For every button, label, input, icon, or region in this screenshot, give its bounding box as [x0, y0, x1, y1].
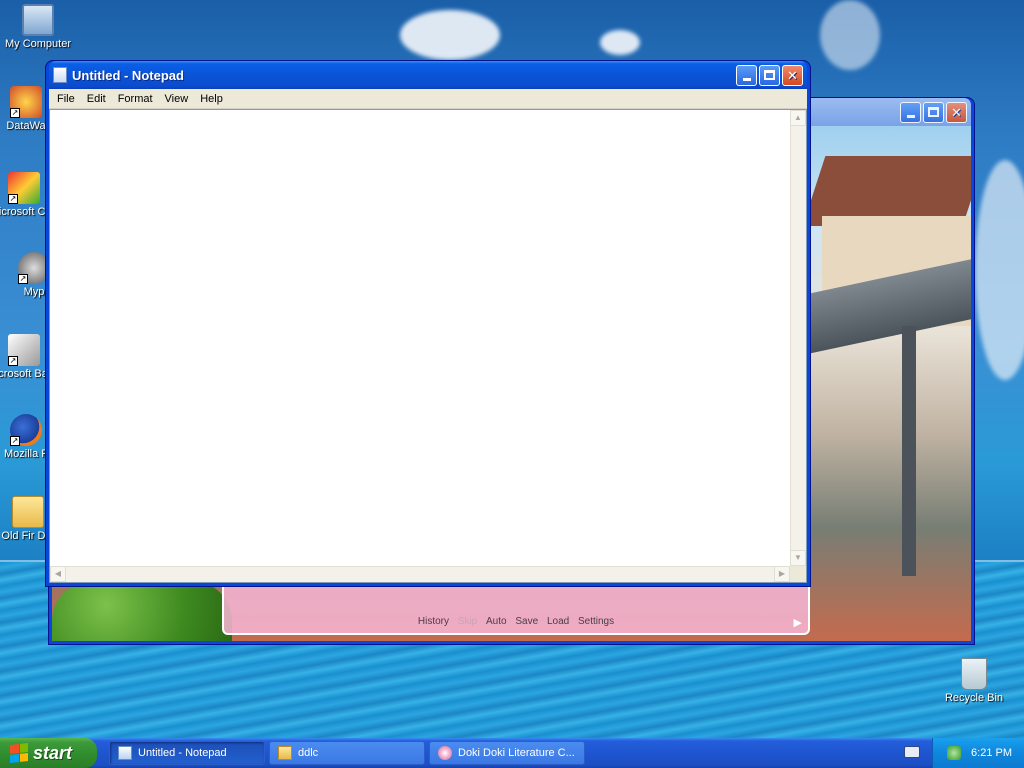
hedge — [52, 581, 232, 641]
quick-menu-save[interactable]: Save — [515, 616, 538, 627]
desktop-icon-recycle-bin[interactable]: Recycle Bin — [936, 658, 1012, 705]
menu-bar: File Edit Format View Help — [49, 89, 807, 109]
text-input[interactable] — [50, 110, 790, 566]
scroll-down-icon[interactable]: ▼ — [790, 550, 806, 566]
taskbar-item-ddlc-folder[interactable]: ddlc — [269, 741, 425, 765]
close-icon: ✕ — [951, 104, 962, 120]
menu-help[interactable]: Help — [194, 93, 229, 105]
scroll-right-icon[interactable]: ▶ — [774, 566, 790, 582]
desktop-icon-label: My Computer — [4, 38, 72, 50]
menu-edit[interactable]: Edit — [81, 93, 112, 105]
my-computer-icon — [22, 4, 54, 36]
carport-pillar — [902, 326, 916, 576]
start-button[interactable]: start — [0, 738, 97, 768]
maximize-button[interactable] — [923, 101, 944, 123]
scroll-left-icon[interactable]: ◀ — [50, 566, 66, 582]
recycle-bin-icon — [961, 658, 987, 690]
keyboard-language-icon[interactable] — [904, 746, 920, 758]
system-tray: 6:21 PM — [932, 738, 1024, 768]
quick-menu-load[interactable]: Load — [547, 616, 569, 627]
visual-cpp-icon: ↗ — [8, 172, 40, 204]
menu-view[interactable]: View — [159, 93, 195, 105]
clock[interactable]: 6:21 PM — [971, 747, 1012, 759]
taskbar-item-ddlc-game[interactable]: Doki Doki Literature C... — [429, 741, 585, 765]
cloud — [820, 0, 880, 70]
vertical-scrollbar[interactable]: ▲ ▼ — [790, 110, 806, 566]
horizontal-scrollbar[interactable]: ◀ ▶ — [50, 566, 790, 582]
close-button[interactable]: ✕ — [946, 101, 967, 123]
visual-basic-icon: ↗ — [8, 334, 40, 366]
taskbar-item-label: ddlc — [298, 747, 319, 759]
cloud — [400, 10, 500, 60]
ddlc-icon — [438, 746, 452, 760]
start-label: start — [33, 742, 73, 763]
folder-icon — [278, 746, 292, 760]
shortcut-app-icon: ↗ — [10, 86, 42, 118]
window-title: Untitled - Notepad — [72, 67, 184, 83]
desktop-icon-label: Recycle Bin — [944, 692, 1004, 704]
maximize-button[interactable] — [759, 64, 780, 86]
minimize-button[interactable] — [736, 64, 757, 86]
quick-menu-auto[interactable]: Auto — [486, 616, 507, 627]
minimize-icon — [742, 77, 751, 81]
notepad-window[interactable]: Untitled - Notepad ✕ File Edit Format Vi… — [45, 60, 811, 587]
menu-format[interactable]: Format — [112, 93, 159, 105]
notepad-icon — [118, 746, 132, 760]
firefox-icon: ↗ — [10, 414, 42, 446]
quick-menu: History Skip Auto Save Load Settings — [224, 616, 808, 627]
minimize-button[interactable] — [900, 101, 921, 123]
taskbar-item-notepad[interactable]: Untitled - Notepad — [109, 741, 265, 765]
desktop-icon-my-computer[interactable]: My Computer — [0, 4, 76, 51]
maximize-icon — [928, 107, 939, 117]
quick-menu-history[interactable]: History — [418, 616, 449, 627]
quick-menu-settings[interactable]: Settings — [578, 616, 614, 627]
continue-arrow-icon: ▶ — [793, 617, 802, 629]
notepad-title-bar[interactable]: Untitled - Notepad ✕ — [49, 61, 807, 89]
taskbar-item-label: Untitled - Notepad — [138, 747, 227, 759]
folder-icon — [12, 496, 44, 528]
resize-grip-icon[interactable] — [790, 566, 806, 582]
maximize-icon — [764, 70, 775, 80]
scroll-up-icon[interactable]: ▲ — [790, 110, 806, 126]
menu-file[interactable]: File — [51, 93, 81, 105]
quick-menu-skip[interactable]: Skip — [458, 616, 477, 627]
text-edit-area[interactable]: ▲ ▼ ◀ ▶ — [49, 109, 807, 583]
network-icon[interactable] — [947, 746, 962, 760]
cloud — [975, 160, 1024, 380]
close-icon: ✕ — [787, 67, 798, 83]
dialogue-textbox[interactable]: History Skip Auto Save Load Settings ▶ — [222, 579, 810, 635]
taskbar: start Untitled - Notepad ddlc Doki Doki … — [0, 738, 1024, 768]
windows-logo-icon — [10, 743, 28, 763]
taskbar-item-label: Doki Doki Literature C... — [458, 747, 575, 759]
notepad-icon — [53, 67, 67, 83]
cloud — [600, 30, 640, 55]
close-button[interactable]: ✕ — [782, 64, 803, 86]
minimize-icon — [906, 114, 915, 118]
